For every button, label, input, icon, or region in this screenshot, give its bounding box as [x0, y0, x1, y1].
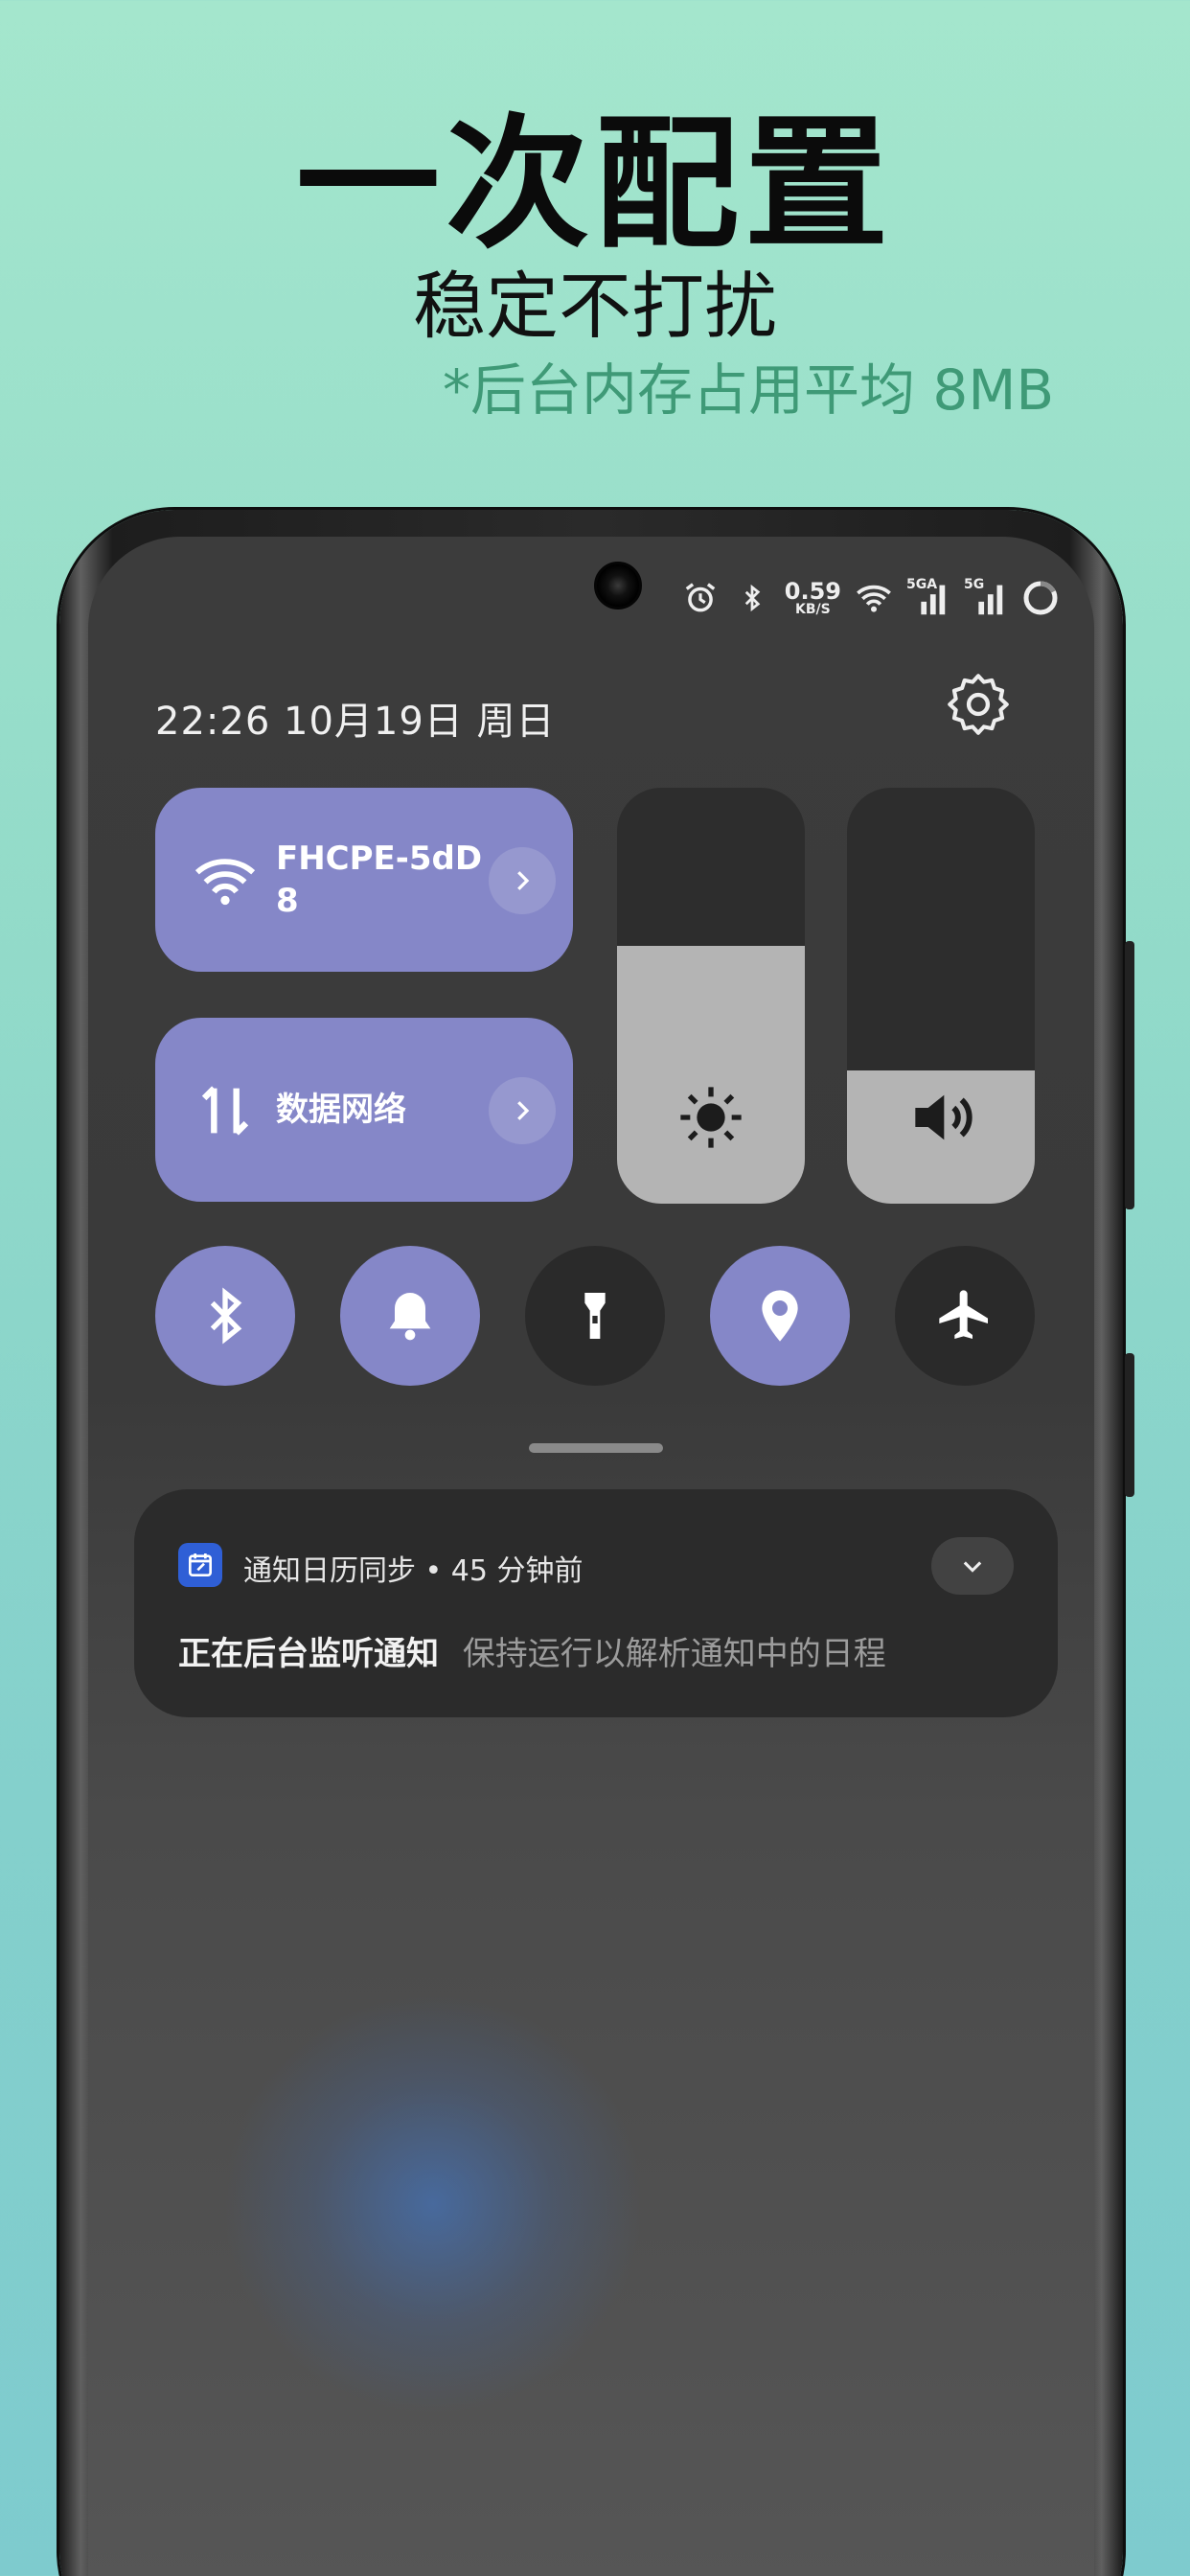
date-time: 22:26 10月19日 周日	[155, 690, 556, 746]
mobile-data-icon	[192, 1077, 259, 1144]
sun-icon	[673, 1079, 749, 1156]
sim2-label: 5G	[964, 577, 985, 592]
volume-button	[1125, 941, 1134, 1209]
bluetooth-icon	[210, 1287, 242, 1345]
chevron-right-icon	[517, 1101, 530, 1120]
location-pin-icon	[762, 1290, 798, 1342]
power-button	[1125, 1353, 1134, 1497]
mobile-data-details-button[interactable]	[489, 1077, 556, 1144]
volume-slider[interactable]	[847, 788, 1035, 1204]
date: 10月19日	[284, 700, 464, 744]
notification-title: 正在后台监听通知	[178, 1635, 439, 1673]
network-speed-unit: KB/S	[795, 602, 831, 617]
signal-icon: 5G	[964, 577, 1008, 617]
flashlight-icon	[584, 1293, 606, 1339]
flashlight-toggle[interactable]	[525, 1246, 665, 1386]
wifi-icon	[192, 847, 259, 914]
bell-icon	[389, 1293, 431, 1341]
gear-icon	[948, 674, 1009, 735]
wifi-tile[interactable]: FHCPE-5dD 8	[155, 788, 573, 972]
wifi-tile-label: FHCPE-5dD 8	[276, 840, 483, 921]
wallpaper-glow	[222, 1993, 644, 2415]
notification-separator: •	[424, 1554, 443, 1588]
brightness-slider-fill	[617, 945, 805, 1204]
subheadline: 稳定不打扰	[413, 264, 777, 349]
wifi-details-button[interactable]	[489, 847, 556, 914]
notification-app-name: 通知日历同步	[243, 1554, 416, 1588]
notification-expand-button[interactable]	[931, 1537, 1014, 1595]
tagline: *后台内存占用平均 8MB	[443, 357, 1055, 423]
settings-button[interactable]	[945, 671, 1012, 738]
status-bar: 0.59 KB/S 5GA 5G	[681, 577, 1060, 617]
notification-meta: 通知日历同步 • 45 分钟前	[243, 1547, 584, 1589]
ring-toggle[interactable]	[340, 1246, 480, 1386]
mobile-data-tile-label: 数据网络	[276, 1091, 406, 1129]
speaker-icon	[903, 1079, 979, 1156]
phone-frame: 0.59 KB/S 5GA 5G 22:26 10月19日 周日 FHCPE-5…	[59, 510, 1134, 2576]
notification-text: 保持运行以解析通知中的日程	[462, 1635, 886, 1673]
notification-card[interactable]: 通知日历同步 • 45 分钟前 正在后台监听通知 保持运行以解析通知中的日程	[134, 1489, 1058, 1717]
headline: 一次配置	[295, 102, 894, 268]
sim1-label: 5GA	[906, 577, 938, 592]
calendar-app-icon	[178, 1543, 222, 1587]
signal-icon: 5GA	[906, 577, 950, 617]
notification-time: 45 分钟前	[450, 1554, 584, 1588]
mobile-data-tile[interactable]: 数据网络	[155, 1018, 573, 1202]
clock-time: 22:26	[155, 700, 271, 744]
chevron-right-icon	[517, 871, 530, 890]
alarm-icon	[681, 579, 720, 617]
front-camera	[594, 562, 642, 610]
chevron-down-icon	[963, 1561, 982, 1573]
network-speed-value: 0.59	[784, 578, 841, 605]
drag-handle[interactable]	[529, 1443, 663, 1453]
location-toggle[interactable]	[710, 1246, 850, 1386]
network-speed: 0.59 KB/S	[785, 580, 841, 616]
control-center-screen: 0.59 KB/S 5GA 5G 22:26 10月19日 周日 FHCPE-5…	[88, 537, 1094, 2576]
airplane-icon	[939, 1290, 988, 1339]
weekday: 周日	[476, 700, 556, 744]
bluetooth-toggle[interactable]	[155, 1246, 295, 1386]
bluetooth-icon	[733, 579, 771, 617]
notification-body: 正在后台监听通知 保持运行以解析通知中的日程	[178, 1627, 886, 1674]
battery-ring-icon	[1021, 579, 1060, 617]
brightness-slider[interactable]	[617, 788, 805, 1204]
wifi-icon	[855, 579, 893, 617]
airplane-toggle[interactable]	[895, 1246, 1035, 1386]
